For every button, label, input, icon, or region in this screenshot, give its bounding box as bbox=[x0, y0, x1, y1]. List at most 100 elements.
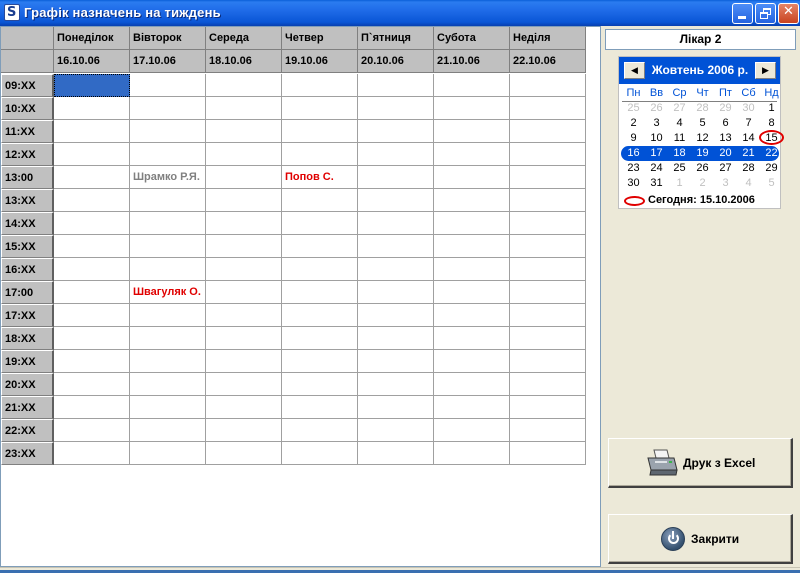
schedule-cell[interactable] bbox=[54, 281, 130, 304]
calendar-day[interactable]: 20 bbox=[714, 146, 737, 161]
time-slot-label[interactable]: 15:XX bbox=[1, 235, 54, 258]
calendar-day[interactable]: 25 bbox=[668, 161, 691, 176]
schedule-cell[interactable] bbox=[206, 442, 282, 465]
schedule-cell[interactable] bbox=[510, 258, 586, 281]
time-slot-label[interactable]: 21:XX bbox=[1, 396, 54, 419]
calendar-day[interactable]: 2 bbox=[691, 176, 714, 191]
day-header[interactable]: Четвер bbox=[282, 27, 358, 50]
calendar-day[interactable]: 29 bbox=[760, 161, 783, 176]
calendar-day[interactable]: 3 bbox=[645, 116, 668, 131]
schedule-cell[interactable] bbox=[282, 74, 358, 97]
day-header[interactable]: Вівторок bbox=[130, 27, 206, 50]
schedule-cell[interactable] bbox=[434, 74, 510, 97]
schedule-cell[interactable] bbox=[358, 235, 434, 258]
schedule-cell[interactable] bbox=[434, 373, 510, 396]
schedule-cell[interactable] bbox=[130, 235, 206, 258]
schedule-cell[interactable] bbox=[206, 350, 282, 373]
schedule-cell[interactable] bbox=[130, 327, 206, 350]
calendar-day[interactable]: 5 bbox=[691, 116, 714, 131]
time-slot-label[interactable]: 20:XX bbox=[1, 373, 54, 396]
calendar-day[interactable]: 7 bbox=[737, 116, 760, 131]
schedule-cell[interactable] bbox=[358, 304, 434, 327]
time-slot-label[interactable]: 17:XX bbox=[1, 304, 54, 327]
calendar-day[interactable]: 2 bbox=[622, 116, 645, 131]
schedule-cell[interactable] bbox=[206, 74, 282, 97]
calendar-prev-button[interactable]: ◀ bbox=[624, 62, 645, 79]
schedule-cell[interactable] bbox=[358, 97, 434, 120]
date-header[interactable]: 21.10.06 bbox=[434, 50, 510, 73]
day-header[interactable]: Неділя bbox=[510, 27, 586, 50]
schedule-cell[interactable] bbox=[54, 258, 130, 281]
schedule-cell[interactable] bbox=[206, 166, 282, 189]
schedule-cell[interactable] bbox=[510, 304, 586, 327]
schedule-cell[interactable] bbox=[282, 327, 358, 350]
calendar-day[interactable]: 5 bbox=[760, 176, 783, 191]
schedule-cell[interactable] bbox=[54, 212, 130, 235]
schedule-cell[interactable] bbox=[434, 212, 510, 235]
schedule-cell[interactable] bbox=[282, 396, 358, 419]
schedule-cell[interactable] bbox=[510, 419, 586, 442]
calendar-day[interactable]: 27 bbox=[714, 161, 737, 176]
calendar-day[interactable]: 21 bbox=[737, 146, 760, 161]
schedule-cell[interactable] bbox=[54, 396, 130, 419]
time-slot-label[interactable]: 13:XX bbox=[1, 189, 54, 212]
schedule-cell[interactable] bbox=[206, 97, 282, 120]
schedule-cell[interactable] bbox=[282, 258, 358, 281]
calendar-day[interactable]: 28 bbox=[737, 161, 760, 176]
calendar-day[interactable]: 17 bbox=[645, 146, 668, 161]
day-header[interactable]: Середа bbox=[206, 27, 282, 50]
calendar-day[interactable]: 26 bbox=[691, 161, 714, 176]
date-header[interactable]: 20.10.06 bbox=[358, 50, 434, 73]
appointment-cell[interactable]: Швагуляк О. bbox=[130, 281, 206, 304]
schedule-cell[interactable] bbox=[510, 442, 586, 465]
schedule-cell[interactable] bbox=[206, 258, 282, 281]
date-header[interactable]: 18.10.06 bbox=[206, 50, 282, 73]
day-header[interactable]: П`ятниця bbox=[358, 27, 434, 50]
schedule-cell[interactable] bbox=[130, 396, 206, 419]
calendar-day[interactable]: 23 bbox=[622, 161, 645, 176]
schedule-cell[interactable] bbox=[434, 419, 510, 442]
schedule-cell[interactable] bbox=[358, 373, 434, 396]
schedule-cell[interactable] bbox=[206, 235, 282, 258]
schedule-cell[interactable] bbox=[130, 212, 206, 235]
calendar-next-button[interactable]: ▶ bbox=[755, 62, 776, 79]
schedule-cell[interactable] bbox=[206, 304, 282, 327]
schedule-cell[interactable] bbox=[282, 143, 358, 166]
schedule-cell[interactable] bbox=[358, 350, 434, 373]
schedule-cell[interactable] bbox=[54, 304, 130, 327]
time-slot-label[interactable]: 14:XX bbox=[1, 212, 54, 235]
calendar-day[interactable]: 1 bbox=[760, 101, 783, 116]
schedule-cell[interactable] bbox=[510, 235, 586, 258]
time-slot-label[interactable]: 16:XX bbox=[1, 258, 54, 281]
schedule-cell[interactable] bbox=[282, 189, 358, 212]
time-slot-label[interactable]: 19:XX bbox=[1, 350, 54, 373]
schedule-cell[interactable] bbox=[54, 189, 130, 212]
schedule-cell[interactable] bbox=[206, 189, 282, 212]
schedule-cell[interactable] bbox=[434, 166, 510, 189]
schedule-cell[interactable] bbox=[206, 120, 282, 143]
calendar-day[interactable]: 16 bbox=[622, 146, 645, 161]
calendar-day[interactable]: 10 bbox=[645, 131, 668, 146]
schedule-cell[interactable] bbox=[358, 120, 434, 143]
schedule-cell[interactable] bbox=[358, 281, 434, 304]
time-slot-label[interactable]: 13:00 bbox=[1, 166, 54, 189]
minimize-button[interactable] bbox=[732, 3, 753, 24]
schedule-cell[interactable] bbox=[282, 97, 358, 120]
time-slot-label[interactable]: 17:00 bbox=[1, 281, 54, 304]
schedule-cell[interactable] bbox=[54, 120, 130, 143]
schedule-cell[interactable] bbox=[510, 350, 586, 373]
time-slot-label[interactable]: 23:XX bbox=[1, 442, 54, 465]
schedule-cell[interactable] bbox=[130, 97, 206, 120]
schedule-cell[interactable] bbox=[434, 442, 510, 465]
app-icon[interactable]: S bbox=[4, 4, 20, 21]
schedule-cell[interactable] bbox=[206, 327, 282, 350]
schedule-cell[interactable] bbox=[54, 442, 130, 465]
schedule-cell[interactable] bbox=[130, 350, 206, 373]
schedule-cell[interactable] bbox=[510, 189, 586, 212]
schedule-cell[interactable] bbox=[358, 189, 434, 212]
schedule-cell[interactable] bbox=[510, 396, 586, 419]
schedule-cell[interactable] bbox=[358, 327, 434, 350]
schedule-cell[interactable] bbox=[434, 396, 510, 419]
schedule-cell[interactable] bbox=[434, 281, 510, 304]
schedule-cell[interactable] bbox=[54, 327, 130, 350]
